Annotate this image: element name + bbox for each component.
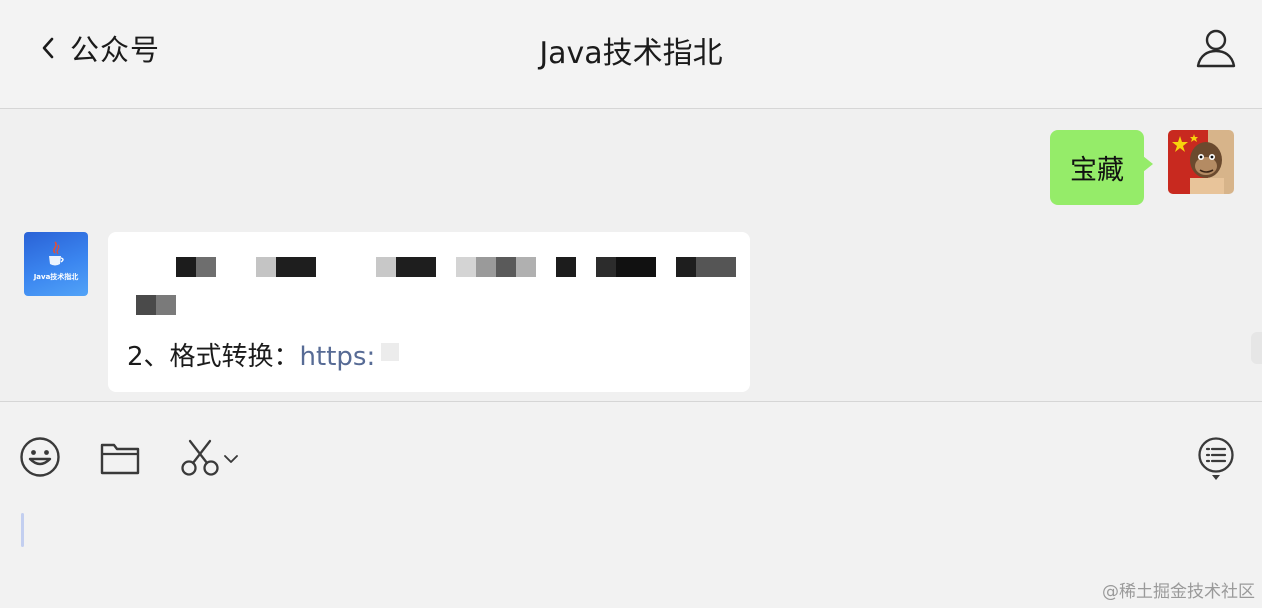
person-icon: [1196, 29, 1236, 68]
redacted-block: [136, 295, 156, 315]
profile-button[interactable]: [1194, 26, 1238, 70]
redacted-block: [256, 257, 276, 277]
format-conversion-label: 2、格式转换：: [127, 342, 300, 372]
emoji-button[interactable]: [19, 436, 61, 478]
redacted-block: [381, 343, 400, 361]
message-link[interactable]: https:: [300, 342, 376, 372]
redacted-block: [376, 257, 396, 277]
message-text-line: 2、格式转换：https:: [127, 336, 400, 373]
chat-title: Java技术指北: [539, 36, 723, 71]
folder-icon: [100, 443, 140, 475]
scrollbar-handle[interactable]: [1251, 332, 1262, 364]
watermark: @稀土掘金技术社区: [1102, 582, 1255, 602]
my-avatar[interactable]: [1168, 130, 1234, 194]
redacted-block: [616, 257, 656, 277]
redacted-text-line: [108, 295, 308, 315]
redacted-text-line: [108, 257, 750, 277]
chevron-down-icon: [224, 455, 238, 463]
java-cup-icon: [49, 241, 64, 266]
chat-header: 公众号 Java技术指北: [0, 0, 1262, 109]
screenshot-button[interactable]: [180, 438, 220, 478]
emoji-icon: [20, 437, 60, 477]
message-input[interactable]: [20, 502, 1240, 592]
message-list[interactable]: 宝藏 Java技术指北 2、格式转换：https:: [0, 109, 1262, 402]
file-button[interactable]: [100, 441, 140, 475]
redacted-block: [456, 257, 476, 277]
incoming-message-bubble[interactable]: 2、格式转换：https:: [108, 232, 750, 392]
redacted-block: [496, 257, 516, 277]
redacted-block: [676, 257, 696, 277]
redacted-block: [696, 257, 736, 277]
redacted-block: [476, 257, 496, 277]
scissors-icon: [181, 439, 219, 476]
redacted-block: [396, 257, 436, 277]
outgoing-message-bubble[interactable]: 宝藏: [1050, 130, 1153, 205]
outgoing-message-text: 宝藏: [1070, 155, 1124, 186]
input-area: @稀土掘金技术社区: [0, 402, 1262, 608]
redacted-block: [516, 257, 536, 277]
redacted-block: [196, 257, 216, 277]
ape-avatar-image: [1168, 130, 1234, 194]
redacted-block: [556, 257, 576, 277]
screenshot-options-dropdown[interactable]: [223, 453, 239, 465]
text-cursor: [21, 513, 24, 547]
redacted-block: [176, 257, 196, 277]
chat-history-icon: [1198, 437, 1234, 480]
redacted-block: [156, 295, 176, 315]
avatar-caption: Java技术指北: [33, 273, 79, 281]
redacted-block: [276, 257, 316, 277]
chat-history-button[interactable]: [1197, 436, 1235, 482]
account-avatar[interactable]: Java技术指北: [24, 232, 88, 296]
redacted-block: [596, 257, 616, 277]
